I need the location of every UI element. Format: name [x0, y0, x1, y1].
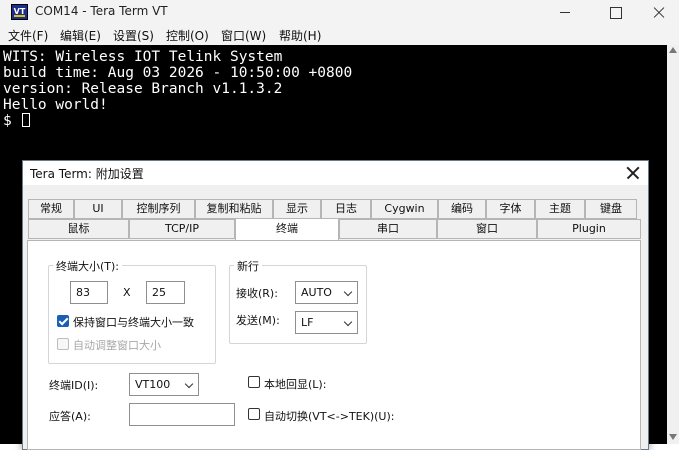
window-title: COM14 - Tera Term VT — [35, 4, 168, 18]
vertical-scrollbar[interactable] — [667, 45, 679, 444]
scroll-down-arrow-icon[interactable] — [669, 434, 677, 440]
send-newline-select[interactable]: LF — [295, 311, 358, 334]
receive-label: 接收(R): — [236, 287, 278, 300]
auto-switch-vt-tek-checkbox[interactable] — [248, 408, 260, 420]
receive-newline-select[interactable]: AUTO — [295, 281, 358, 304]
size-x-label: X — [123, 286, 131, 299]
dialog-close-icon[interactable] — [626, 166, 640, 180]
menu-settings[interactable]: 设置(S) — [113, 27, 154, 44]
tab-keyboard[interactable]: 键盘 — [585, 199, 637, 219]
terminal-cursor — [22, 113, 31, 127]
tab-ui[interactable]: UI — [74, 199, 122, 219]
chevron-down-icon — [343, 287, 353, 297]
maximize-button[interactable] — [592, 0, 638, 25]
auto-switch-vt-tek-label: 自动切换(VT<->TEK)(U): — [264, 410, 395, 423]
minimize-button[interactable] — [542, 0, 588, 25]
additional-settings-dialog: Tera Term: 附加设置 常规 UI 控制序列 复制和粘贴 显示 日志 C… — [22, 160, 649, 450]
tab-tcpip[interactable]: TCP/IP — [129, 219, 235, 239]
local-echo-checkbox[interactable] — [248, 376, 260, 388]
terminal-line: WITS: Wireless IOT Telink System — [3, 49, 283, 65]
menu-file[interactable]: 文件(F) — [8, 27, 48, 44]
send-newline-value: LF — [301, 316, 314, 329]
terminal-line: Hello world! — [3, 97, 108, 113]
local-echo-label: 本地回显(L): — [264, 378, 327, 391]
terminal-settings-panel: 终端大小(T): 83 X 25 保持窗口与终端大小一致 自动调整窗口大小 新行… — [27, 240, 641, 450]
answerback-input[interactable] — [129, 403, 235, 426]
close-window-button[interactable] — [636, 0, 679, 25]
tab-terminal[interactable]: 终端 — [235, 218, 339, 240]
receive-newline-value: AUTO — [301, 286, 332, 299]
terminal-id-label: 终端ID(I): — [49, 379, 99, 392]
terminal-size-legend: 终端大小(T): — [53, 258, 123, 274]
title-bar: VT COM14 - Tera Term VT — [0, 0, 679, 25]
auto-resize-window-label: 自动调整窗口大小 — [73, 339, 161, 352]
tab-display[interactable]: 显示 — [273, 199, 321, 219]
keep-window-size-checkbox[interactable] — [57, 315, 69, 327]
chevron-down-icon — [184, 379, 194, 389]
terminal-rows-input[interactable]: 25 — [146, 281, 185, 304]
chevron-down-icon — [343, 317, 353, 327]
tab-serial-port[interactable]: 串口 — [339, 219, 437, 239]
menu-help[interactable]: 帮助(H) — [279, 27, 321, 44]
terminal-columns-input[interactable]: 83 — [70, 281, 108, 304]
dialog-title-bar: Tera Term: 附加设置 — [23, 161, 648, 185]
tab-font[interactable]: 字体 — [486, 199, 535, 219]
tab-theme[interactable]: 主题 — [535, 199, 585, 219]
terminal-line: build time: Aug 03 2026 - 10:50:00 +0800 — [3, 65, 353, 81]
tab-window[interactable]: 窗口 — [437, 219, 537, 239]
tab-mouse[interactable]: 鼠标 — [28, 219, 129, 239]
terminal-id-select[interactable]: VT100 — [129, 373, 199, 396]
terminal-prompt-line: $ — [3, 113, 31, 129]
auto-resize-window-checkbox[interactable] — [57, 338, 69, 350]
tab-cygwin[interactable]: Cygwin — [371, 199, 438, 219]
keep-window-size-label: 保持窗口与终端大小一致 — [73, 316, 194, 329]
tab-copy-paste[interactable]: 复制和粘贴 — [195, 199, 273, 219]
menu-window[interactable]: 窗口(W) — [221, 27, 266, 44]
terminal-id-value: VT100 — [135, 378, 171, 391]
menu-control[interactable]: 控制(O) — [166, 27, 209, 44]
newline-legend: 新行 — [234, 258, 262, 274]
tab-plugin[interactable]: Plugin — [537, 219, 641, 239]
menu-bar: 文件(F) 编辑(E) 设置(S) 控制(O) 窗口(W) 帮助(H) — [0, 25, 679, 45]
terminal-line: version: Release Branch v1.1.3.2 — [3, 81, 283, 97]
tab-log[interactable]: 日志 — [321, 199, 371, 219]
scroll-up-arrow-icon[interactable] — [669, 47, 677, 53]
terminal-prompt: $ — [3, 113, 21, 129]
tab-encoding[interactable]: 编码 — [438, 199, 486, 219]
answerback-label: 应答(A): — [49, 410, 91, 423]
tera-term-app-icon: VT — [11, 4, 28, 20]
menu-edit[interactable]: 编辑(E) — [60, 27, 101, 44]
tab-control-sequence[interactable]: 控制序列 — [122, 199, 195, 219]
tab-general[interactable]: 常规 — [28, 199, 74, 219]
send-label: 发送(M): — [236, 314, 280, 327]
dialog-title: Tera Term: 附加设置 — [30, 167, 144, 181]
